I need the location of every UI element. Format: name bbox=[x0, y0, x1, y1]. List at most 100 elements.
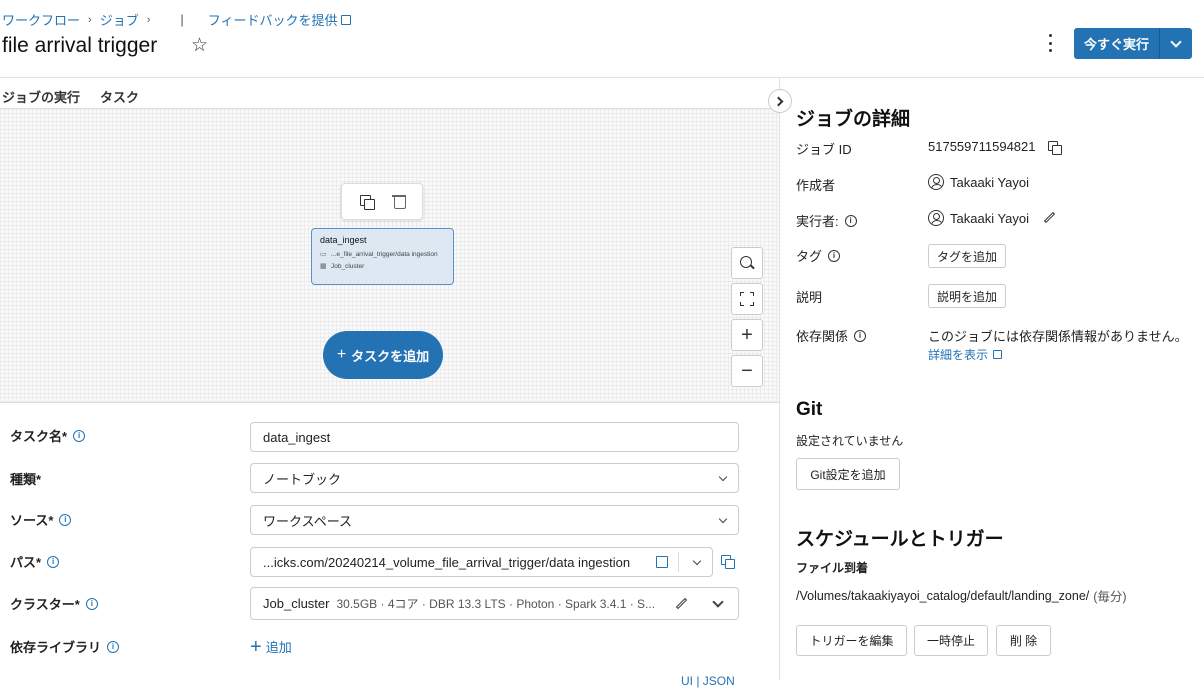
header-divider bbox=[0, 77, 1204, 78]
edit-trigger-button[interactable]: トリガーを編集 bbox=[796, 625, 907, 656]
git-status: 設定されていません bbox=[796, 434, 904, 448]
external-link-icon bbox=[340, 15, 351, 25]
user-icon bbox=[928, 210, 944, 226]
source-select[interactable]: ワークスペース bbox=[250, 505, 739, 535]
add-git-button[interactable]: Git設定を追加 bbox=[796, 458, 900, 490]
dependencies-label: 依存関係 i bbox=[796, 326, 867, 345]
chevron-down-icon bbox=[718, 514, 728, 524]
type-label: 種類* bbox=[10, 472, 42, 487]
tags-label: タグ i bbox=[796, 246, 841, 265]
breadcrumb-separator: › bbox=[88, 13, 92, 26]
breadcrumb-divider: | bbox=[180, 12, 184, 27]
chevron-down-icon bbox=[1170, 35, 1182, 48]
ui-json-toggle[interactable]: UI | JSON bbox=[681, 674, 735, 688]
path-label: パス* i bbox=[10, 552, 60, 571]
page-title: file arrival trigger bbox=[2, 34, 158, 57]
duplicate-icon[interactable] bbox=[359, 194, 375, 210]
pencil-icon[interactable] bbox=[675, 597, 688, 610]
cluster-detail: 30.5GB · 4コア · DBR 13.3 LTS · Photon · S… bbox=[336, 597, 656, 611]
run-as-value: Takaaki Yayoi bbox=[928, 210, 1029, 226]
run-now-button[interactable]: 今すぐ実行 bbox=[1074, 28, 1160, 59]
panel-divider bbox=[779, 78, 780, 680]
creator-value: Takaaki Yayoi bbox=[928, 174, 1029, 190]
edit-run-as-icon[interactable] bbox=[1043, 211, 1056, 224]
info-icon[interactable]: i bbox=[828, 249, 841, 262]
git-heading: Git bbox=[796, 399, 823, 420]
chevron-down-icon bbox=[718, 472, 728, 482]
task-node-path: ...e_file_arrival_trigger/data ingestion bbox=[331, 250, 438, 258]
external-link-icon bbox=[993, 350, 1003, 359]
info-icon[interactable]: i bbox=[73, 429, 86, 442]
path-input[interactable]: ...icks.com/20240214_volume_file_arrival… bbox=[250, 547, 713, 577]
collapse-panel-button[interactable] bbox=[768, 89, 792, 113]
add-library-button[interactable]: + 追加 bbox=[250, 635, 292, 658]
more-options-icon[interactable] bbox=[1044, 34, 1056, 52]
add-description-button[interactable]: 説明を追加 bbox=[928, 284, 1006, 308]
cluster-name: Job_cluster bbox=[263, 596, 330, 611]
info-icon[interactable]: i bbox=[47, 555, 60, 568]
cluster-label: クラスター* i bbox=[10, 594, 98, 613]
job-details-heading: ジョブの詳細 bbox=[796, 109, 911, 130]
plus-icon: + bbox=[336, 346, 347, 363]
job-id-label: ジョブ ID bbox=[796, 142, 852, 157]
task-node-name: data_ingest bbox=[320, 235, 367, 245]
trigger-frequency: (毎分) bbox=[1093, 590, 1127, 604]
info-icon[interactable]: i bbox=[107, 640, 120, 653]
trigger-path: /Volumes/takaakiyayoi_catalog/default/la… bbox=[796, 586, 1127, 605]
chevron-down-icon[interactable] bbox=[712, 596, 724, 608]
add-task-label: タスクを追加 bbox=[351, 348, 430, 364]
breadcrumb-jobs[interactable]: ジョブ bbox=[100, 10, 139, 29]
chevron-down-icon[interactable] bbox=[692, 556, 702, 566]
add-tag-button[interactable]: タグを追加 bbox=[928, 244, 1006, 268]
chevron-right-icon bbox=[773, 96, 784, 106]
cluster-icon: ▦ bbox=[320, 263, 327, 270]
schedule-heading: スケジュールとトリガー bbox=[796, 529, 1004, 550]
copy-icon[interactable] bbox=[1047, 140, 1062, 155]
zoom-out-button[interactable]: − bbox=[731, 355, 763, 387]
cluster-select[interactable]: Job_cluster 30.5GB · 4コア · DBR 13.3 LTS … bbox=[250, 587, 739, 620]
plus-icon: + bbox=[250, 635, 262, 658]
source-label: ソース* i bbox=[10, 510, 72, 529]
add-task-button[interactable]: + タスクを追加 bbox=[323, 331, 443, 379]
description-label: 説明 bbox=[796, 290, 823, 305]
copy-path-icon[interactable] bbox=[721, 555, 735, 569]
run-now-button-group: 今すぐ実行 bbox=[1074, 28, 1192, 59]
open-external-icon[interactable] bbox=[656, 556, 668, 568]
delete-button[interactable]: 削 除 bbox=[996, 625, 1051, 656]
breadcrumb-workflows[interactable]: ワークフロー bbox=[2, 10, 80, 29]
file-arrival-label: ファイル到着 bbox=[796, 561, 869, 575]
task-node-cluster: Job_cluster bbox=[331, 262, 365, 270]
breadcrumb-separator: › bbox=[146, 13, 151, 26]
info-icon[interactable]: i bbox=[854, 329, 867, 342]
info-icon[interactable]: i bbox=[85, 597, 98, 610]
task-name-input[interactable]: data_ingest bbox=[250, 422, 739, 452]
feedback-label: フィードバックを提供 bbox=[207, 13, 338, 28]
task-name-label: タスク名* i bbox=[10, 426, 86, 445]
fit-view-button[interactable] bbox=[731, 283, 763, 315]
fit-view-icon bbox=[740, 292, 754, 306]
search-button[interactable] bbox=[731, 247, 763, 279]
feedback-link[interactable]: フィードバックを提供 bbox=[208, 10, 351, 29]
dependencies-text: このジョブには依存関係情報がありません。 bbox=[928, 329, 1188, 344]
info-icon[interactable]: i bbox=[59, 513, 72, 526]
libraries-label: 依存ライブラリ i bbox=[10, 637, 120, 656]
job-id-value: 517559711594821 bbox=[928, 139, 1062, 155]
task-node[interactable]: data_ingest ▭ ...e_file_arrival_trigger/d… bbox=[311, 228, 454, 285]
zoom-in-button[interactable]: + bbox=[731, 319, 763, 351]
creator-label: 作成者 bbox=[796, 178, 836, 193]
node-toolbar bbox=[341, 183, 423, 220]
run-as-label: 実行者: i bbox=[796, 211, 857, 230]
info-icon[interactable]: i bbox=[844, 214, 857, 227]
canvas-divider bbox=[0, 402, 779, 403]
user-icon bbox=[928, 174, 944, 190]
notebook-icon: ▭ bbox=[320, 251, 327, 258]
star-icon[interactable]: ☆ bbox=[191, 34, 208, 57]
show-details-link[interactable]: 詳細を表示 bbox=[928, 346, 1003, 363]
search-icon bbox=[739, 255, 755, 271]
pause-button[interactable]: 一時停止 bbox=[914, 625, 988, 656]
trigger-path-value: /Volumes/takaakiyayoi_catalog/default/la… bbox=[796, 588, 1090, 603]
type-select[interactable]: ノートブック bbox=[250, 463, 739, 493]
trash-icon[interactable] bbox=[391, 194, 406, 209]
breadcrumb: ワークフロー › ジョブ › | フィードバックを提供 bbox=[2, 10, 351, 29]
run-dropdown-button[interactable] bbox=[1160, 28, 1192, 59]
